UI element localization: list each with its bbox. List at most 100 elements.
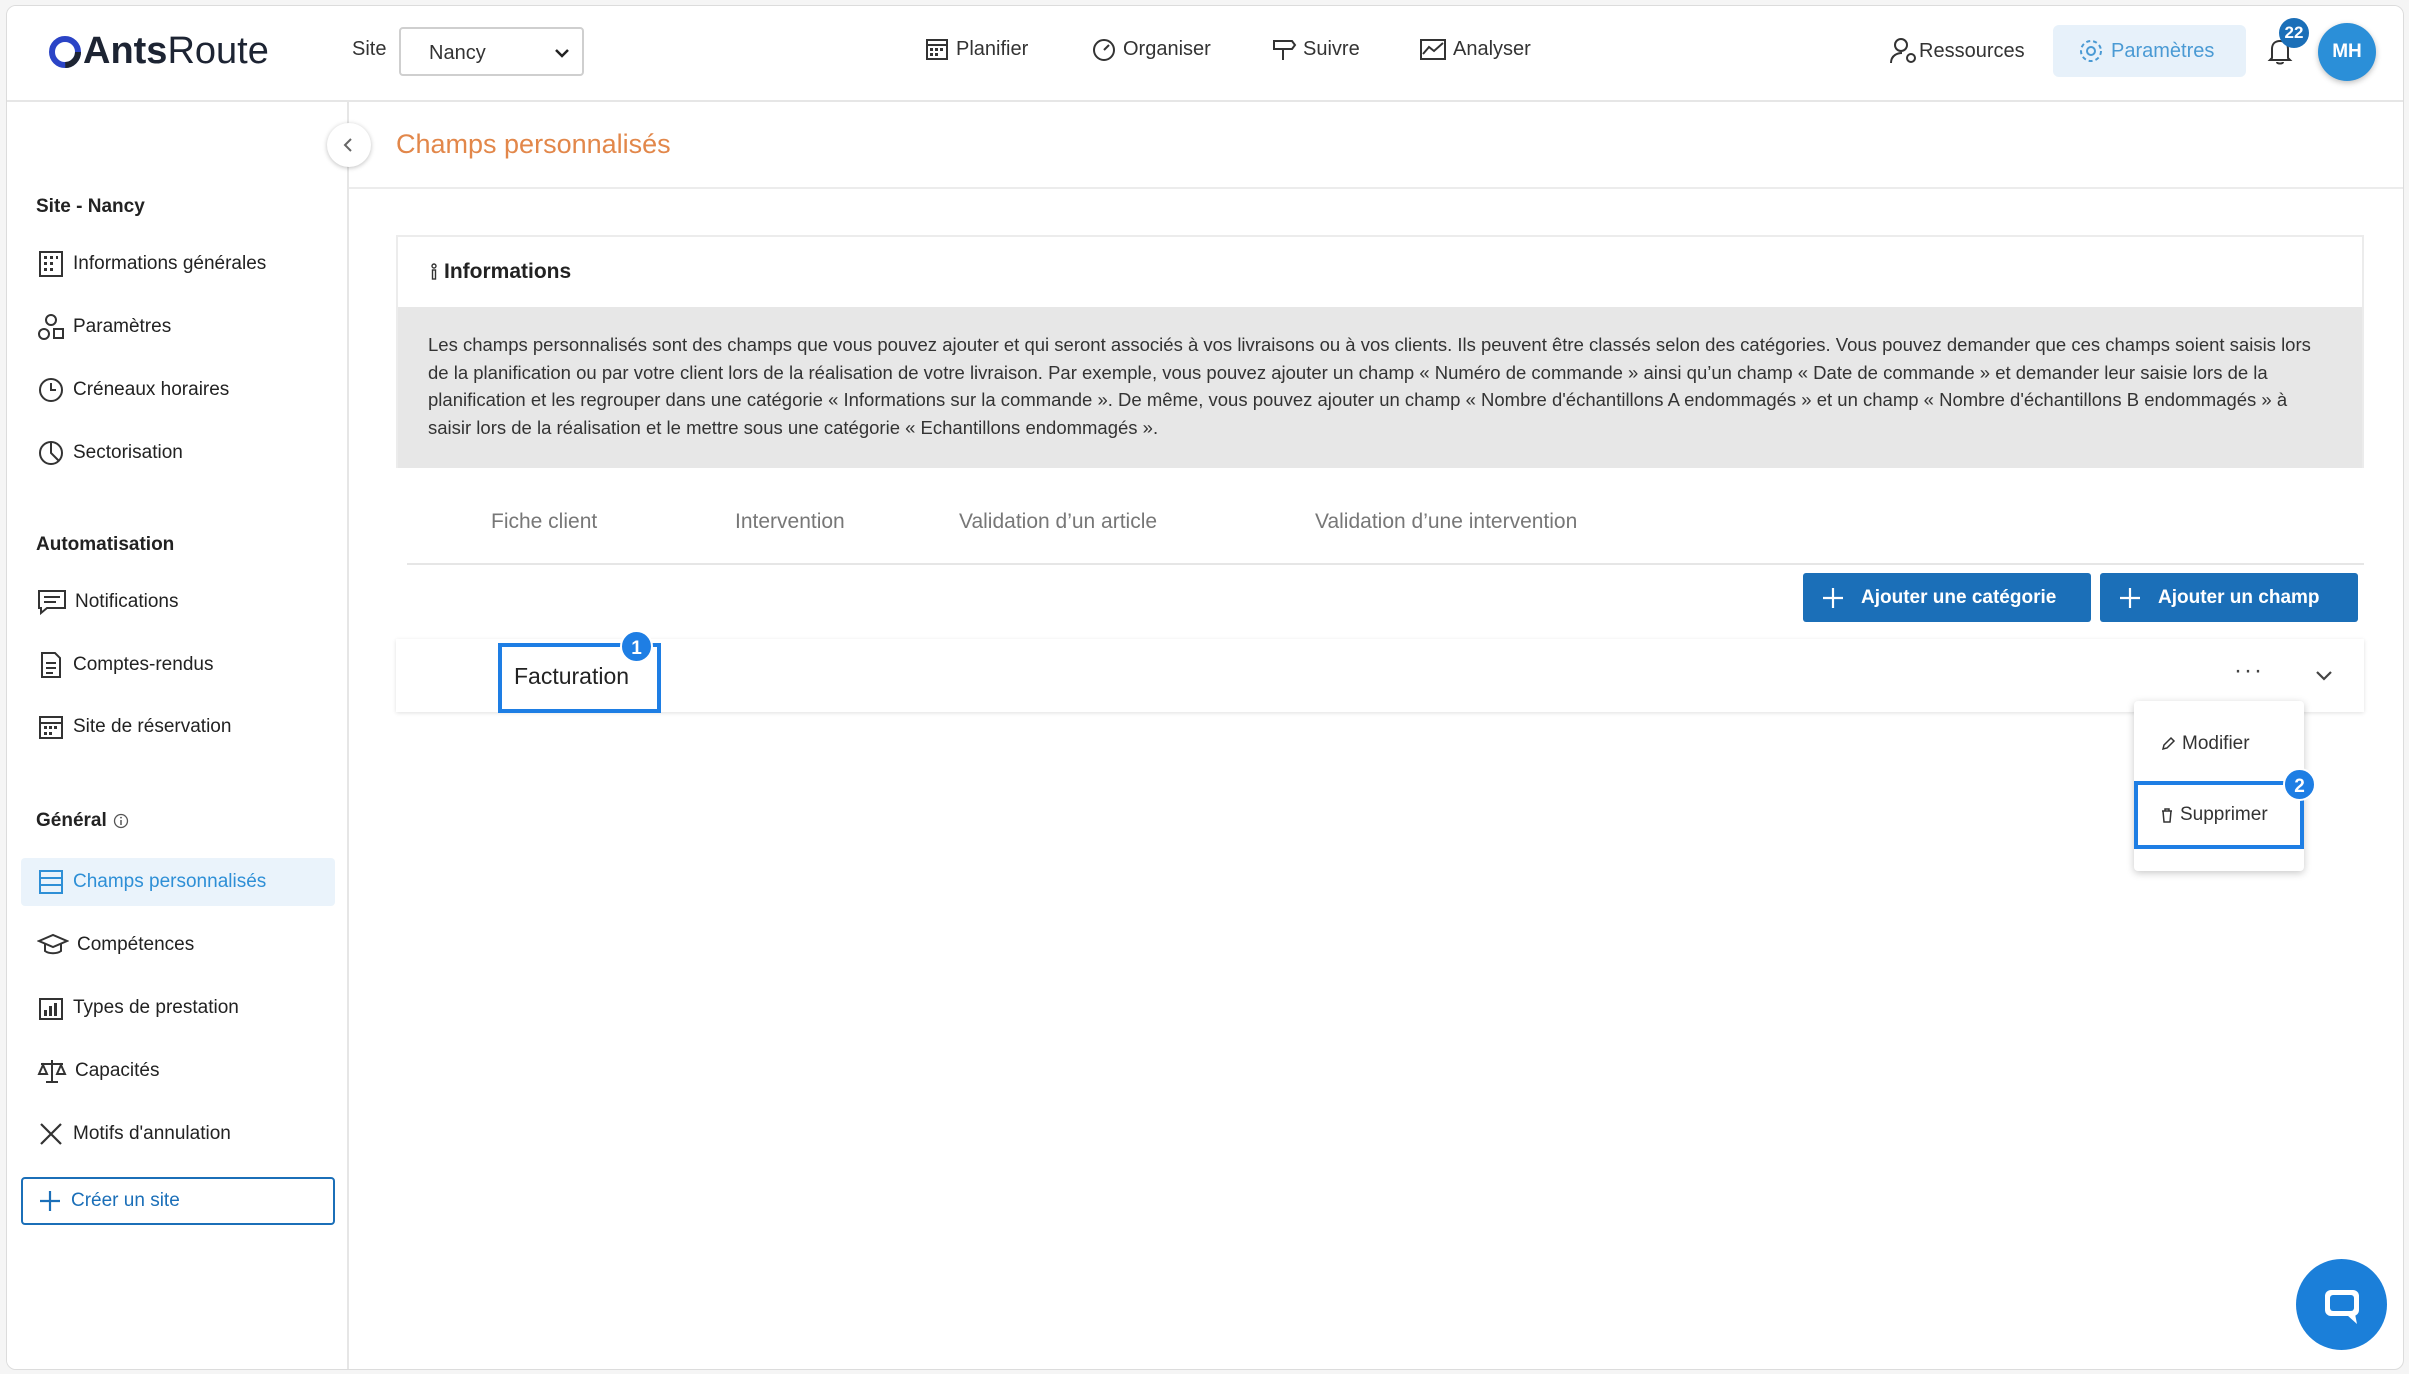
sidebar-item-label: Créneaux horaires [73, 379, 230, 400]
sidebar-item-parametres[interactable]: Paramètres [21, 303, 335, 351]
sidebar-item-notifications[interactable]: Notifications [21, 578, 335, 626]
sidebar-item-capacites[interactable]: Capacités [21, 1047, 335, 1095]
clock-icon [39, 378, 63, 402]
top-header: AntsRoute Site Nancy Planifier Organiser… [7, 6, 2403, 102]
message-icon [38, 590, 66, 616]
chevron-down-icon[interactable] [2314, 669, 2334, 683]
scale-icon [37, 1060, 67, 1083]
add-field-button[interactable]: Ajouter un champ [2100, 573, 2358, 622]
resources-label: Ressources [1919, 39, 2025, 62]
nav-analyser-label: Analyser [1453, 37, 1531, 60]
close-icon [40, 1123, 62, 1145]
info-card-title: Informations [444, 260, 572, 283]
sidebar-item-label: Motifs d'annulation [73, 1123, 231, 1144]
add-category-button[interactable]: Ajouter une catégorie [1803, 573, 2091, 622]
nav-planifier-label: Planifier [956, 37, 1029, 60]
sidebar-item-label: Capacités [75, 1060, 160, 1081]
nav-organiser[interactable]: Organiser [1091, 36, 1211, 62]
notification-badge: 22 [2279, 18, 2309, 48]
building-icon [39, 251, 63, 277]
menu-item-label: Supprimer [2180, 804, 2268, 825]
add-category-label: Ajouter une catégorie [1861, 586, 2057, 608]
plus-icon [1823, 587, 1843, 608]
chart-icon [1420, 39, 1446, 60]
section-title-general-label: Général [36, 810, 107, 831]
logo[interactable]: AntsRoute [47, 30, 269, 73]
sidebar-item-label: Comptes-rendus [73, 654, 214, 675]
tab-validation-intervention[interactable]: Validation d’une intervention [1315, 510, 1577, 534]
tab-intervention[interactable]: Intervention [735, 510, 845, 534]
form-fields-icon [39, 870, 63, 894]
chat-button[interactable] [2296, 1259, 2387, 1350]
sidebar-item-label: Notifications [75, 591, 179, 612]
sidebar-item-motifs-d-annulation[interactable]: Motifs d'annulation [21, 1110, 335, 1158]
site-select[interactable]: Nancy [399, 27, 584, 76]
sidebar-item-label: Compétences [77, 934, 195, 955]
document-icon [41, 652, 61, 678]
trash-icon [2162, 808, 2172, 823]
create-site-label: Créer un site [71, 1190, 180, 1211]
antsroute-logo-icon [49, 35, 81, 68]
site-label: Site [352, 38, 387, 60]
menu-item-modifier[interactable]: Modifier [2134, 710, 2304, 778]
category-row[interactable]: Facturation ··· [396, 639, 2364, 713]
chat-bubble-icon [2324, 1289, 2359, 1324]
settings-button[interactable]: Paramètres [2053, 25, 2246, 77]
chevron-down-icon [555, 49, 569, 58]
nav-suivre[interactable]: Suivre [1271, 36, 1360, 62]
sidebar-item-comptes-rendus[interactable]: Comptes-rendus [21, 641, 335, 689]
graduation-cap-icon [37, 933, 69, 955]
info-card-header: Informations [398, 237, 2362, 307]
tab-fiche-client[interactable]: Fiche client [491, 510, 597, 534]
sidebar-item-site-de-reservation[interactable]: Site de réservation [21, 703, 335, 751]
sidebar-item-informations-generales[interactable]: Informations générales [21, 240, 335, 288]
chart-calendar-icon [39, 998, 63, 1020]
signpost-icon [1273, 40, 1297, 60]
calendar-icon [39, 716, 63, 739]
info-circle-icon[interactable] [113, 813, 129, 829]
pie-chart-icon [39, 441, 63, 465]
sidebar-item-sectorisation[interactable]: Sectorisation [21, 429, 335, 477]
app-window: AntsRoute Site Nancy Planifier Organiser… [6, 5, 2404, 1370]
tab-validation-article[interactable]: Validation d’un article [959, 510, 1157, 534]
step-marker-2: 2 [2283, 768, 2316, 801]
plus-icon [2120, 587, 2140, 608]
section-title-site: Site - Nancy [36, 196, 145, 217]
sidebar-item-label: Sectorisation [73, 442, 183, 463]
settings-label: Paramètres [2111, 39, 2215, 62]
step-marker-1: 1 [620, 630, 653, 663]
user-avatar[interactable]: MH [2318, 23, 2376, 81]
nav-planifier[interactable]: Planifier [924, 36, 1028, 62]
create-site-button[interactable]: Créer un site [21, 1177, 335, 1225]
info-card: Informations Les champs personnalisés so… [396, 235, 2364, 468]
site-select-value: Nancy [429, 42, 486, 64]
pencil-icon [2161, 736, 2176, 751]
sidebar-item-label: Informations générales [73, 253, 267, 274]
collapse-sidebar-button[interactable] [327, 123, 371, 167]
chevron-left-icon [343, 138, 352, 152]
section-title-automatisation: Automatisation [36, 534, 175, 555]
sidebar-item-competences[interactable]: Compétences [21, 921, 335, 969]
menu-item-label: Modifier [2182, 733, 2250, 754]
nav-organiser-label: Organiser [1123, 37, 1211, 60]
info-card-text: Les champs personnalisés sont des champs… [398, 307, 2362, 468]
resources-button[interactable]: Ressources [1889, 36, 2025, 66]
calendar-icon [926, 39, 948, 60]
sidebar-item-champs-personnalises[interactable]: Champs personnalisés [21, 858, 335, 906]
sidebar: Site - Nancy Informations générales Para… [7, 102, 349, 1369]
section-title-general: Général [36, 810, 129, 832]
sidebar-item-label: Champs personnalisés [73, 871, 267, 892]
user-gear-icon [1890, 38, 1916, 64]
shapes-icon [38, 314, 64, 340]
logo-text: AntsRoute [83, 30, 269, 72]
sidebar-item-types-de-prestation[interactable]: Types de prestation [21, 984, 335, 1032]
sidebar-item-label: Types de prestation [73, 997, 239, 1018]
info-icon [431, 263, 437, 280]
sidebar-item-creneaux-horaires[interactable]: Créneaux horaires [21, 366, 335, 414]
options-menu: Modifier Supprimer [2134, 701, 2304, 871]
menu-item-supprimer[interactable]: Supprimer [2134, 781, 2304, 849]
add-field-label: Ajouter un champ [2158, 586, 2320, 608]
tab-bar: Fiche client Intervention Validation d’u… [407, 500, 2364, 565]
nav-analyser[interactable]: Analyser [1419, 36, 1531, 62]
more-options-icon[interactable]: ··· [2234, 657, 2264, 685]
